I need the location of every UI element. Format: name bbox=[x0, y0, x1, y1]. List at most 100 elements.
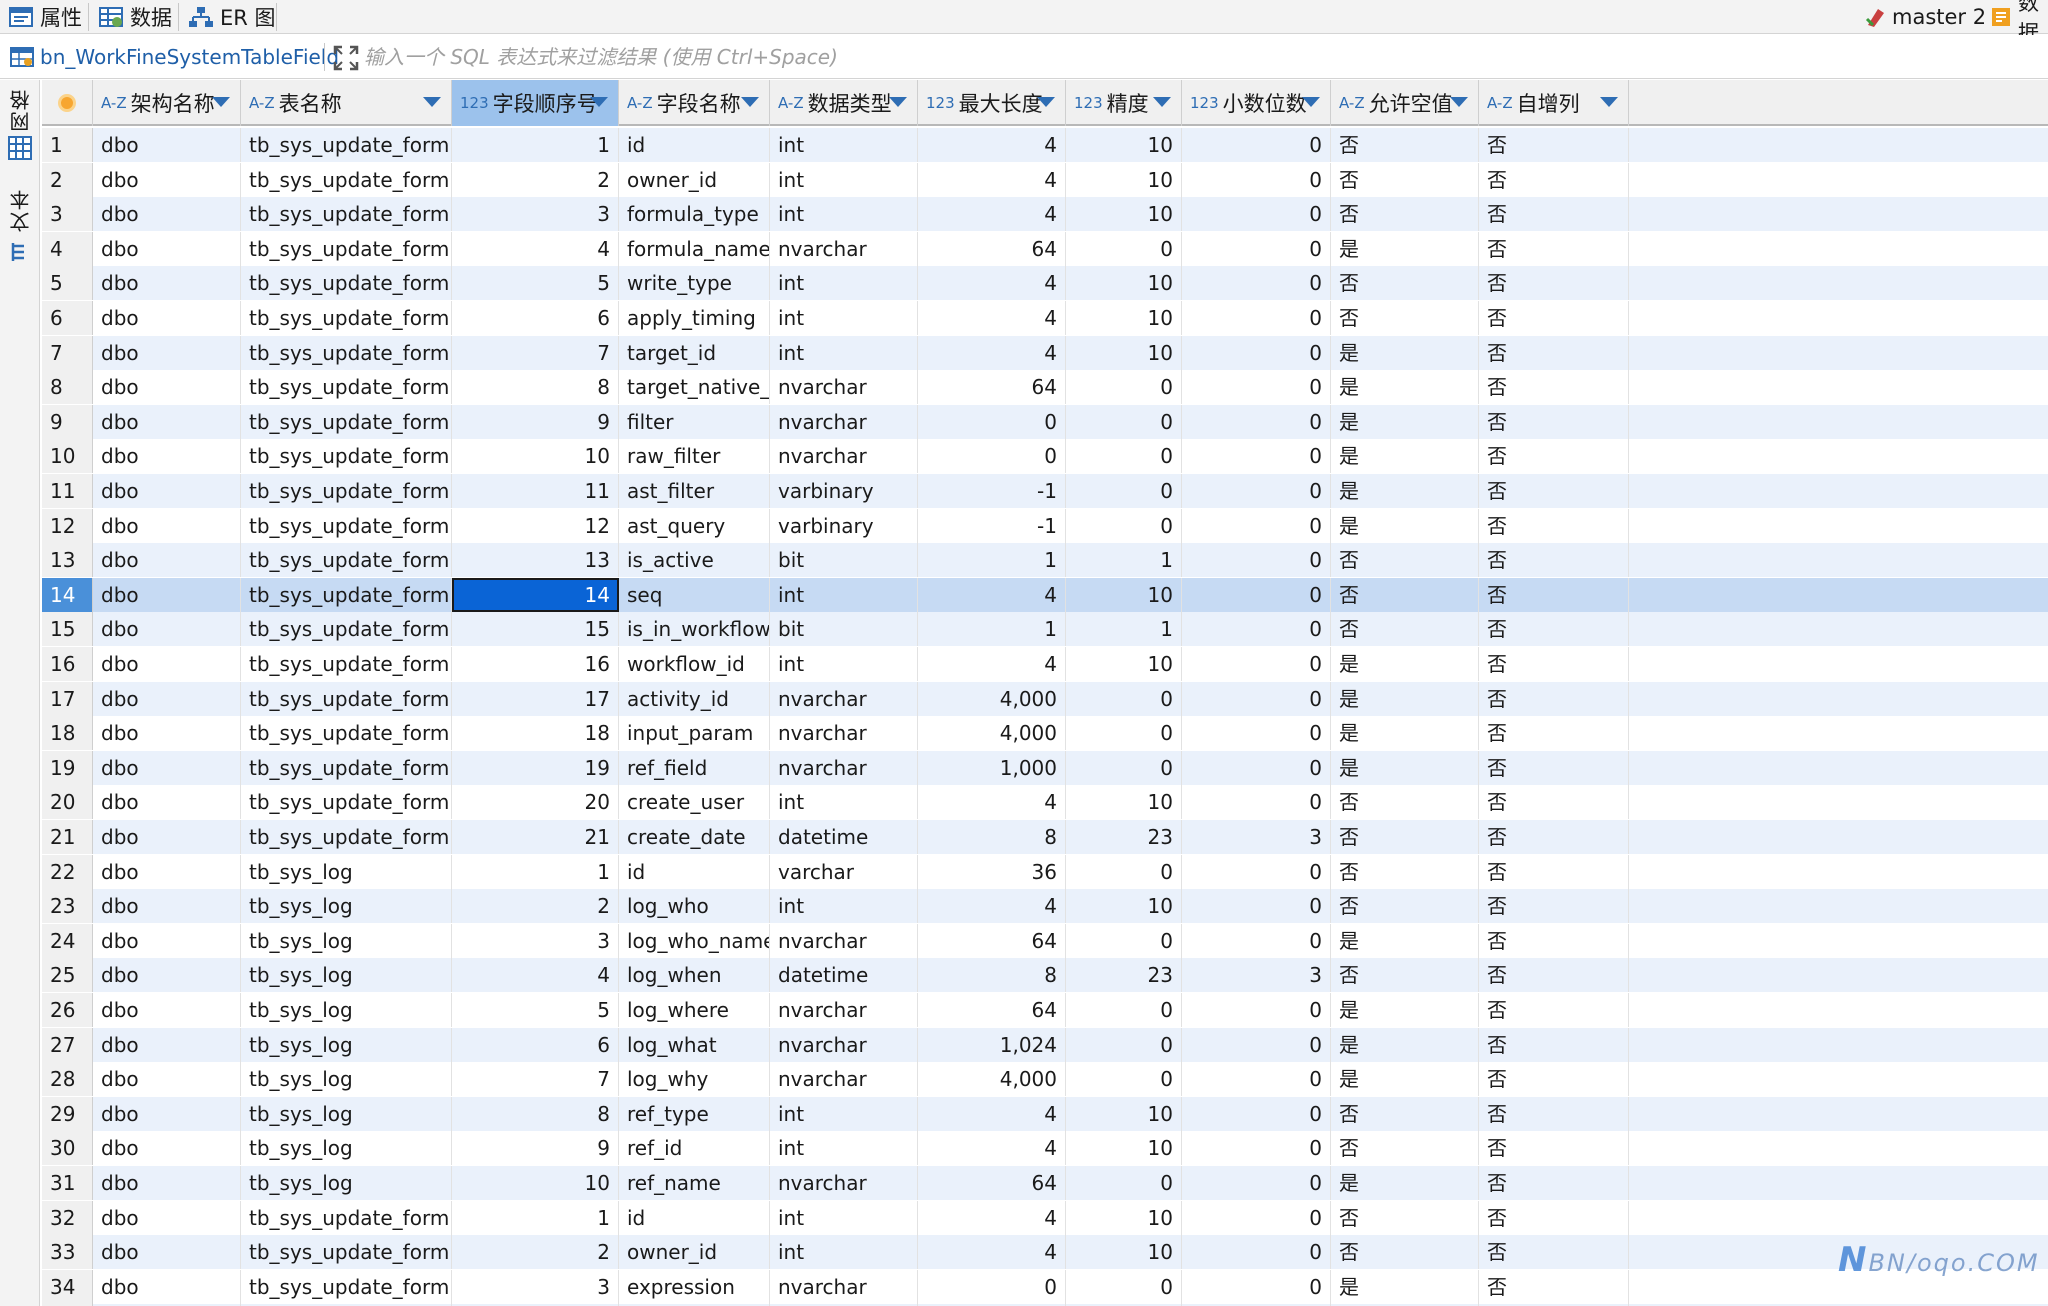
table-cell[interactable]: varchar bbox=[770, 854, 918, 889]
table-cell[interactable]: dbo bbox=[93, 854, 241, 889]
table-cell[interactable]: 0 bbox=[1182, 543, 1331, 578]
table-row[interactable]: 13dbotb_sys_update_formula13is_activebit… bbox=[42, 543, 2048, 578]
table-cell[interactable]: tb_sys_update_formula bbox=[241, 647, 452, 681]
table-cell[interactable]: tb_sys_update_formula bbox=[241, 370, 452, 405]
table-cell[interactable]: 10 bbox=[1066, 785, 1182, 820]
row-number[interactable]: 14 bbox=[42, 577, 93, 612]
table-cell[interactable]: apply_timing bbox=[619, 301, 770, 335]
row-number[interactable]: 27 bbox=[42, 1027, 93, 1062]
table-row[interactable]: 22 dbo tb_sys_log 1 id varchar 36 0 0 否否 bbox=[42, 854, 2048, 889]
table-cell[interactable]: tb_sys_update_formula bbox=[241, 820, 452, 854]
table-cell[interactable]: 0 bbox=[1066, 1269, 1182, 1304]
table-cell[interactable]: 1 bbox=[452, 1200, 619, 1235]
table-cell[interactable]: nvarchar bbox=[770, 370, 918, 405]
table-cell[interactable]: 否 bbox=[1479, 370, 1629, 405]
table-cell[interactable]: 否 bbox=[1331, 301, 1479, 335]
table-cell[interactable]: tb_sys_update_formula bbox=[241, 301, 452, 335]
table-cell[interactable]: formula_name bbox=[619, 231, 770, 266]
table-cell[interactable]: datetime bbox=[770, 820, 918, 854]
column-header[interactable]: A-Z 数据类型 bbox=[770, 80, 918, 126]
table-cell[interactable]: 10 bbox=[1066, 647, 1182, 681]
table-cell[interactable]: 否 bbox=[1331, 1131, 1479, 1166]
table-cell[interactable]: dbo bbox=[93, 1096, 241, 1131]
table-cell[interactable]: dbo bbox=[93, 1027, 241, 1062]
table-cell[interactable]: 8 bbox=[918, 958, 1066, 993]
table-cell[interactable]: workflow_id bbox=[619, 647, 770, 681]
table-row[interactable]: 6dbotb_sys_update_formula6apply_timingin… bbox=[42, 301, 2048, 335]
table-cell[interactable]: 3 bbox=[1182, 820, 1331, 854]
table-cell[interactable]: dbo bbox=[93, 474, 241, 508]
table-cell[interactable]: 4 bbox=[918, 1200, 1066, 1235]
table-cell[interactable]: 11 bbox=[452, 474, 619, 508]
table-cell[interactable]: 0 bbox=[1066, 370, 1182, 405]
table-cell[interactable]: owner_id bbox=[619, 1235, 770, 1270]
table-cell[interactable]: int bbox=[770, 647, 918, 681]
table-cell[interactable]: tb_sys_update_formula bbox=[241, 612, 452, 647]
table-cell[interactable]: 否 bbox=[1479, 543, 1629, 578]
table-cell[interactable]: 10 bbox=[1066, 266, 1182, 301]
view-grid-tab[interactable]: 网格 bbox=[4, 88, 36, 132]
table-cell[interactable]: is_in_workflow bbox=[619, 612, 770, 647]
table-cell[interactable]: owner_id bbox=[619, 162, 770, 197]
table-cell[interactable]: 是 bbox=[1331, 1166, 1479, 1200]
table-row[interactable]: 19dbotb_sys_update_formula19ref_fieldnva… bbox=[42, 750, 2048, 785]
table-cell[interactable]: int bbox=[770, 335, 918, 370]
table-cell[interactable]: 否 bbox=[1479, 1235, 1629, 1270]
table-cell[interactable]: tb_sys_update_formula bbox=[241, 508, 452, 543]
row-number[interactable]: 7 bbox=[42, 335, 93, 370]
table-cell[interactable]: 否 bbox=[1479, 1096, 1629, 1131]
table-cell[interactable]: tb_sys_update_formula bbox=[241, 439, 452, 474]
column-header[interactable]: 123 小数位数 bbox=[1182, 80, 1331, 126]
tab-data[interactable]: 数据 bbox=[98, 0, 172, 33]
table-cell[interactable]: 0 bbox=[1182, 197, 1331, 232]
table-cell[interactable]: 否 bbox=[1479, 750, 1629, 785]
table-cell[interactable]: bit bbox=[770, 543, 918, 578]
table-cell[interactable]: 是 bbox=[1331, 1269, 1479, 1304]
table-cell[interactable]: 10 bbox=[1066, 889, 1182, 924]
table-cell[interactable]: 否 bbox=[1479, 301, 1629, 335]
table-cell[interactable]: 7 bbox=[452, 335, 619, 370]
table-cell[interactable]: 否 bbox=[1479, 231, 1629, 266]
filter-input[interactable] bbox=[364, 41, 2024, 73]
table-row[interactable]: 32dbotb_sys_update_formula_field1idint41… bbox=[42, 1200, 2048, 1235]
table-cell[interactable]: tb_sys_update_formula bbox=[241, 785, 452, 820]
row-number[interactable]: 28 bbox=[42, 1062, 93, 1097]
table-cell[interactable]: 否 bbox=[1331, 197, 1479, 232]
table-cell[interactable]: 0 bbox=[1182, 923, 1331, 958]
table-cell[interactable]: formula_type bbox=[619, 197, 770, 232]
table-row[interactable]: 9dbotb_sys_update_formula9filternvarchar… bbox=[42, 404, 2048, 439]
table-cell[interactable]: ref_type bbox=[619, 1096, 770, 1131]
row-number[interactable]: 5 bbox=[42, 266, 93, 301]
table-cell[interactable]: nvarchar bbox=[770, 1166, 918, 1200]
table-cell[interactable]: 是 bbox=[1331, 335, 1479, 370]
row-number[interactable]: 4 bbox=[42, 231, 93, 266]
table-cell[interactable]: tb_sys_update_formula bbox=[241, 681, 452, 716]
table-cell[interactable]: 否 bbox=[1479, 993, 1629, 1027]
table-row[interactable]: 20dbotb_sys_update_formula20create_useri… bbox=[42, 785, 2048, 820]
column-filter-dropdown-icon[interactable] bbox=[1037, 97, 1055, 107]
row-number[interactable]: 32 bbox=[42, 1200, 93, 1235]
column-filter-dropdown-icon[interactable] bbox=[1302, 97, 1320, 107]
table-row[interactable]: 1dbotb_sys_update_formula1idint4100否否 bbox=[42, 128, 2048, 162]
table-cell[interactable]: 2 bbox=[452, 1235, 619, 1270]
column-filter-dropdown-icon[interactable] bbox=[889, 97, 907, 107]
table-cell[interactable]: 6 bbox=[452, 301, 619, 335]
table-cell[interactable]: 4 bbox=[918, 128, 1066, 162]
table-cell[interactable]: log_why bbox=[619, 1062, 770, 1097]
table-cell[interactable]: 2 bbox=[452, 889, 619, 924]
table-cell[interactable]: 否 bbox=[1331, 889, 1479, 924]
row-number[interactable]: 8 bbox=[42, 370, 93, 405]
table-cell[interactable]: 否 bbox=[1479, 439, 1629, 474]
table-cell[interactable]: target_id bbox=[619, 335, 770, 370]
table-cell[interactable]: 否 bbox=[1479, 923, 1629, 958]
table-cell[interactable]: tb_sys_update_formula bbox=[241, 231, 452, 266]
table-cell[interactable]: 0 bbox=[1182, 1200, 1331, 1235]
table-cell[interactable]: tb_sys_update_formula bbox=[241, 716, 452, 751]
table-cell[interactable]: 10 bbox=[1066, 1131, 1182, 1166]
table-cell[interactable]: 64 bbox=[918, 993, 1066, 1027]
table-cell[interactable]: 0 bbox=[1182, 404, 1331, 439]
table-cell[interactable]: 0 bbox=[1066, 508, 1182, 543]
table-cell[interactable]: dbo bbox=[93, 301, 241, 335]
table-cell[interactable]: 23 bbox=[1066, 958, 1182, 993]
row-number[interactable]: 22 bbox=[42, 854, 93, 889]
